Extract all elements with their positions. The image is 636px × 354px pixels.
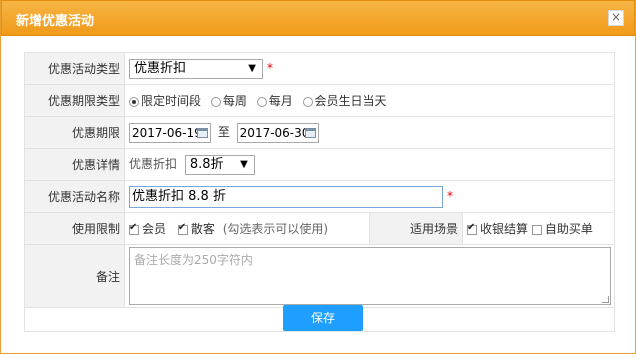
- chevron-down-icon: ▼: [240, 158, 248, 170]
- radio-icon: [302, 96, 313, 107]
- detail-prefix: 优惠折扣: [129, 157, 178, 171]
- row-detail: 优惠详情 优惠折扣 8.8折 ▼: [24, 148, 615, 181]
- promotion-name-input[interactable]: 优惠折扣 8.8 折: [129, 185, 443, 208]
- limit-label: 使用限制: [24, 212, 125, 245]
- checkbox-self-pay[interactable]: 自助买单: [531, 222, 593, 236]
- discount-select[interactable]: 8.8折 ▼: [184, 154, 255, 175]
- row-type: 优惠活动类型 优惠折扣 ▼ *: [24, 52, 615, 85]
- required-mark: *: [447, 189, 453, 203]
- checkbox-member[interactable]: 会员: [129, 222, 166, 236]
- date-separator: 至: [217, 125, 230, 139]
- radio-icon: [129, 96, 139, 107]
- checkbox-icon: [531, 224, 542, 235]
- radio-option-birthday[interactable]: 会员生日当天: [302, 92, 387, 109]
- row-memo: 备注 备注长度为250字符内: [24, 244, 615, 308]
- end-date-input[interactable]: 2017-06-30: [236, 122, 319, 143]
- checkbox-icon: [129, 222, 139, 235]
- start-date-input[interactable]: 2017-06-19: [129, 122, 211, 143]
- radio-option-weekly[interactable]: 每周: [210, 92, 247, 109]
- name-label: 优惠活动名称: [24, 180, 125, 213]
- period-type-label: 优惠期限类型: [24, 84, 125, 117]
- save-button[interactable]: 保存: [283, 305, 363, 331]
- add-promotion-dialog: 新增优惠活动 × 优惠活动类型 优惠折扣 ▼ * 优惠期限类型 限定时间段 每周…: [0, 0, 636, 354]
- discount-select-value: 8.8折: [189, 156, 224, 172]
- radio-option-range[interactable]: 限定时间段: [129, 92, 201, 109]
- memo-label: 备注: [24, 244, 125, 308]
- calendar-icon[interactable]: [304, 127, 316, 138]
- dialog-title: 新增优惠活动: [16, 14, 95, 29]
- radio-icon: [210, 96, 221, 107]
- checkbox-icon: [467, 222, 477, 235]
- checkbox-checkout[interactable]: 收银结算: [467, 222, 528, 236]
- promotion-form: 优惠活动类型 优惠折扣 ▼ * 优惠期限类型 限定时间段 每周 每月 会员生日当…: [24, 52, 615, 308]
- type-label: 优惠活动类型: [24, 52, 125, 85]
- memo-textarea[interactable]: 备注长度为250字符内: [129, 247, 611, 305]
- row-limit: 使用限制 会员 散客 (勾选表示可以使用) 适用场景 收银结算 自助买单: [24, 212, 615, 245]
- memo-placeholder: 备注长度为250字符内: [134, 253, 253, 267]
- radio-icon: [256, 96, 267, 107]
- detail-label: 优惠详情: [24, 148, 125, 181]
- row-period-type: 优惠期限类型 限定时间段 每周 每月 会员生日当天: [24, 84, 615, 117]
- checkbox-icon: [177, 222, 188, 235]
- scene-label: 适用场景: [369, 212, 463, 245]
- required-mark: *: [267, 61, 273, 75]
- radio-option-monthly[interactable]: 每月: [256, 92, 293, 109]
- row-period: 优惠期限 2017-06-19 至 2017-06-30: [24, 116, 615, 149]
- calendar-icon[interactable]: [197, 127, 208, 138]
- period-label: 优惠期限: [24, 116, 125, 149]
- chevron-down-icon: ▼: [248, 62, 256, 74]
- type-select-value: 优惠折扣: [134, 60, 187, 76]
- row-name: 优惠活动名称 优惠折扣 8.8 折 *: [24, 180, 615, 213]
- checkbox-guest[interactable]: 散客: [177, 222, 215, 236]
- type-select[interactable]: 优惠折扣 ▼: [129, 58, 263, 79]
- dialog-titlebar: 新增优惠活动 ×: [1, 0, 635, 36]
- limit-hint: (勾选表示可以使用): [222, 222, 329, 236]
- close-icon[interactable]: ×: [608, 10, 624, 26]
